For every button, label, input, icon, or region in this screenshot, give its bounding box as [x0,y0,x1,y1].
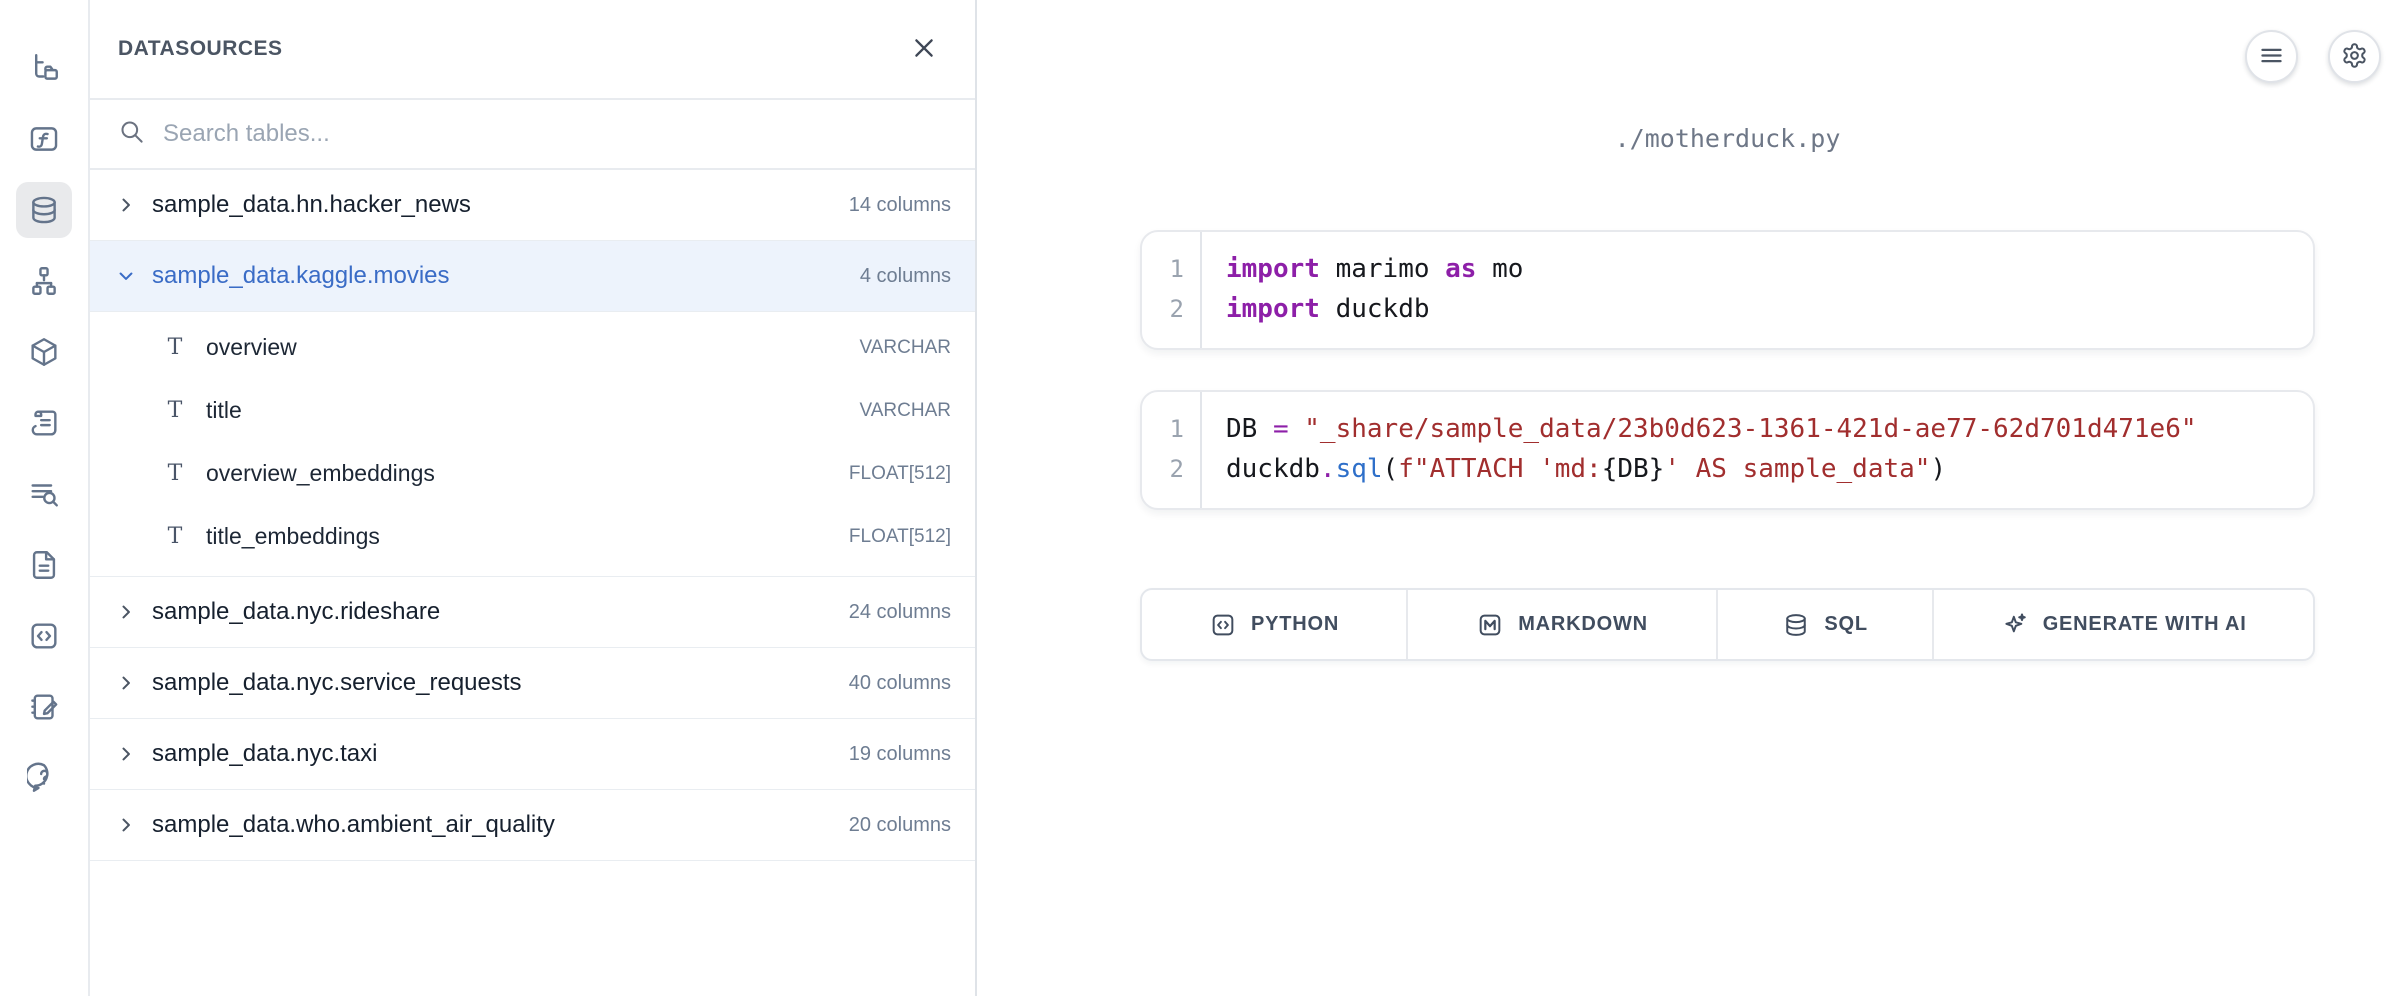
sidebar-tool-scratchpad[interactable] [16,679,72,735]
code-box-icon [27,619,61,653]
sidebar-tool-help[interactable] [16,750,72,806]
table-name: sample_data.nyc.taxi [152,740,377,768]
list-search-icon [27,477,61,511]
table-row[interactable]: sample_data.nyc.rideshare 24 columns [90,577,975,648]
table-name: sample_data.nyc.service_requests [152,669,522,697]
search-bar [90,100,975,170]
marimo-app: DATASOURCES sample_data.hn.hacker_news 14… [0,0,2399,996]
add-cell-label: MARKDOWN [1518,613,1648,636]
table-name: sample_data.nyc.rideshare [152,598,440,626]
line-numbers: 12 [1142,392,1200,508]
code-editor[interactable]: DB = "_share/sample_data/23b0d623-1361-4… [1200,392,2313,508]
settings-button[interactable] [2328,30,2381,83]
chevron-down-icon [116,266,136,286]
chevron-right-icon [116,744,136,764]
column-row[interactable]: Ttitle VARCHAR [90,379,975,442]
notebook-pencil-icon [27,690,61,724]
table-row[interactable]: sample_data.nyc.service_requests 40 colum… [90,648,975,719]
sidebar-tool-logs[interactable] [16,395,72,451]
table-row[interactable]: sample_data.nyc.taxi 19 columns [90,719,975,790]
text-type-icon: T [164,398,186,423]
package-cube-icon [27,335,61,369]
column-type: VARCHAR [860,400,952,422]
function-icon [27,122,61,156]
sidebar-tool-datasources[interactable] [16,182,72,238]
sidebar-tool-documentation[interactable] [16,537,72,593]
notebook-area: ./motherduck.py 12import marimo as moimp… [977,0,2399,996]
table-columns: Toverview VARCHAR Ttitle VARCHAR Toverview_e… [90,312,975,577]
close-panel-button[interactable] [911,35,937,64]
table-column-count: 14 columns [849,194,951,217]
add-cell-label: SQL [1824,613,1868,636]
add-cell-bar: PYTHON MARKDOWN SQL GENERATE WITH AI [1140,588,2315,661]
database-icon [1782,611,1810,639]
column-name: overview [206,334,297,361]
column-row[interactable]: Toverview VARCHAR [90,316,975,379]
scroll-icon [27,406,61,440]
sidebar-tool-packages[interactable] [16,324,72,380]
panel-header: DATASOURCES [90,0,975,100]
datasources-panel: DATASOURCES sample_data.hn.hacker_news 14… [90,0,977,996]
table-row[interactable]: sample_data.hn.hacker_news 14 columns [90,170,975,241]
column-type: FLOAT[512] [849,526,951,548]
add-cell-generate-with-ai-button[interactable]: GENERATE WITH AI [1932,590,2313,659]
sidebar-tool-snippets[interactable] [16,608,72,664]
text-type-icon: T [164,461,186,486]
line-numbers: 12 [1142,232,1200,348]
column-name: title [206,397,242,424]
column-name: overview_embeddings [206,460,435,487]
dependency-graph-icon [27,264,61,298]
add-cell-markdown-button[interactable]: MARKDOWN [1406,590,1716,659]
table-row[interactable]: sample_data.who.ambient_air_quality 20 co… [90,790,975,861]
file-tree-icon [27,51,61,85]
add-cell-label: PYTHON [1251,613,1339,636]
database-icon [27,193,61,227]
table-column-count: 40 columns [849,672,951,695]
column-row[interactable]: Ttitle_embeddings FLOAT[512] [90,505,975,568]
table-column-count: 24 columns [849,601,951,624]
chevron-right-icon [116,673,136,693]
help-bubble-icon [27,761,61,795]
document-icon [27,548,61,582]
markdown-icon [1476,611,1504,639]
gear-icon [2341,42,2368,72]
column-row[interactable]: Toverview_embeddings FLOAT[512] [90,442,975,505]
code-editor[interactable]: import marimo as moimport duckdb [1200,232,2313,348]
sidebar-tool-file-explorer[interactable] [16,40,72,96]
code-cell[interactable]: 12import marimo as moimport duckdb [1140,230,2315,350]
tables-list: sample_data.hn.hacker_news14 columnssamp… [90,170,975,861]
search-icon [118,118,145,150]
code-box-icon [1209,611,1237,639]
notebook-column: ./motherduck.py 12import marimo as moimp… [1140,0,2315,996]
chevron-right-icon [116,602,136,622]
chevron-right-icon [116,815,136,835]
text-type-icon: T [164,335,186,360]
search-tables-input[interactable] [163,120,947,148]
table-name: sample_data.who.ambient_air_quality [152,811,555,839]
column-name: title_embeddings [206,523,380,550]
table-name: sample_data.hn.hacker_news [152,191,471,219]
chevron-right-icon [116,195,136,215]
table-name: sample_data.kaggle.movies [152,262,450,290]
panel-title: DATASOURCES [118,37,283,61]
column-type: VARCHAR [860,337,952,359]
sidebar-tool-tracing[interactable] [16,466,72,522]
activity-bar [0,0,90,996]
code-cell[interactable]: 12DB = "_share/sample_data/23b0d623-1361… [1140,390,2315,510]
column-type: FLOAT[512] [849,463,951,485]
table-column-count: 19 columns [849,743,951,766]
close-icon [911,35,937,64]
table-column-count: 20 columns [849,814,951,837]
add-cell-label: GENERATE WITH AI [2043,613,2247,636]
sparkles-icon [2001,611,2029,639]
add-cell-python-button[interactable]: PYTHON [1142,590,1406,659]
sidebar-tool-variables[interactable] [16,111,72,167]
table-column-count: 4 columns [860,265,951,288]
notebook-filename: ./motherduck.py [1140,124,2315,153]
sidebar-tool-dependencies[interactable] [16,253,72,309]
text-type-icon: T [164,524,186,549]
table-row[interactable]: sample_data.kaggle.movies 4 columns [90,241,975,312]
add-cell-sql-button[interactable]: SQL [1716,590,1932,659]
